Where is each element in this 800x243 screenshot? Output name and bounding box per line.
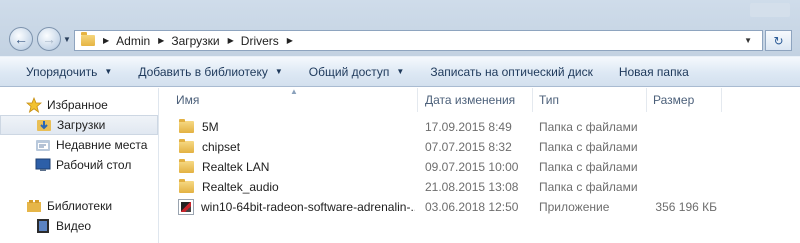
file-type: Папка с файлами: [539, 180, 638, 194]
nav-label: Библиотеки: [47, 199, 113, 213]
chevron-down-icon: ▼: [274, 67, 283, 76]
file-name: Realtek LAN: [202, 160, 270, 174]
new-folder-label: Новая папка: [618, 64, 689, 79]
file-name-cell: Realtek_audio: [179, 177, 414, 197]
nav-item-libraries[interactable]: Библиотеки: [0, 196, 158, 216]
file-date: 07.07.2015 8:32: [425, 140, 512, 154]
chevron-right-icon[interactable]: ▶: [158, 36, 164, 45]
file-name-cell: chipset: [179, 137, 414, 157]
file-row-chipset[interactable]: chipset 07.07.2015 8:32 Папка с файлами: [160, 137, 800, 157]
back-button[interactable]: ←: [9, 27, 33, 51]
share-label: Общий доступ: [308, 64, 390, 79]
column-divider[interactable]: [532, 88, 533, 112]
star-icon: [26, 97, 42, 113]
video-library-icon: [35, 218, 51, 234]
column-divider[interactable]: [721, 88, 722, 112]
application-icon: [178, 199, 194, 215]
downloads-folder-icon: [36, 117, 52, 133]
address-field[interactable]: ▶ Admin ▶ Загрузки ▶ Drivers ▶ ▼: [74, 30, 763, 51]
new-folder-button[interactable]: Новая папка: [606, 56, 702, 87]
chevron-down-icon: ▼: [396, 67, 405, 76]
nav-item-video[interactable]: Видео: [0, 216, 158, 236]
breadcrumb-downloads[interactable]: Загрузки: [171, 34, 219, 48]
column-divider[interactable]: [646, 88, 647, 112]
sort-ascending-icon: ▲: [290, 87, 298, 96]
chevron-down-icon[interactable]: ▼: [744, 36, 752, 45]
column-header-size[interactable]: Размер: [653, 88, 694, 112]
column-header-name[interactable]: Имя: [176, 88, 199, 112]
chevron-down-icon: ▼: [104, 67, 113, 76]
window-controls: [750, 3, 790, 17]
file-type: Приложение: [539, 200, 610, 214]
nav-label: Загрузки: [57, 118, 106, 132]
chevron-right-icon[interactable]: ▶: [287, 36, 293, 45]
arrow-left-icon: ←: [14, 31, 28, 47]
libraries-icon: [26, 198, 42, 214]
folder-icon: [179, 179, 194, 193]
breadcrumb-admin[interactable]: Admin: [116, 34, 150, 48]
column-divider[interactable]: [417, 88, 418, 112]
file-list: Имя ▲ Дата изменения Тип Размер 5M 17.09…: [160, 87, 800, 243]
file-size: 356 196 КБ: [655, 200, 717, 214]
nav-label: Избранное: [47, 98, 108, 112]
folder-icon: [179, 139, 194, 153]
recent-places-icon: [35, 137, 51, 153]
chevron-right-icon[interactable]: ▶: [228, 36, 234, 45]
share-button[interactable]: Общий доступ ▼: [296, 56, 418, 87]
chevron-right-icon[interactable]: ▶: [103, 36, 109, 45]
file-row-realtek-audio[interactable]: Realtek_audio 21.08.2015 13:08 Папка с ф…: [160, 177, 800, 197]
burn-button[interactable]: Записать на оптический диск: [417, 56, 606, 87]
column-header-date[interactable]: Дата изменения: [425, 88, 515, 112]
column-header-label: Размер: [653, 93, 695, 107]
file-name: chipset: [202, 140, 241, 154]
file-row-realtek-lan[interactable]: Realtek LAN 09.07.2015 10:00 Папка с фай…: [160, 157, 800, 177]
forward-button[interactable]: →: [37, 27, 61, 51]
file-type: Папка с файлами: [539, 140, 638, 154]
column-header-label: Дата изменения: [425, 93, 516, 107]
file-name: win10-64bit-radeon-software-adrenalin-..…: [201, 200, 415, 214]
file-row-radeon-installer[interactable]: win10-64bit-radeon-software-adrenalin-..…: [160, 197, 800, 217]
folder-icon: [179, 119, 194, 133]
file-name-cell: win10-64bit-radeon-software-adrenalin-..…: [178, 197, 415, 217]
file-row-5m[interactable]: 5M 17.09.2015 8:49 Папка с файлами: [160, 117, 800, 137]
nav-label: Видео: [56, 219, 92, 233]
nav-label: Недавние места: [56, 138, 148, 152]
navigation-pane: Избранное Загрузки Недавние места Рабочи…: [0, 88, 159, 243]
file-type: Папка с файлами: [539, 120, 638, 134]
file-name-cell: 5M: [179, 117, 414, 137]
file-date: 03.06.2018 12:50: [425, 200, 519, 214]
file-date: 17.09.2015 8:49: [425, 120, 512, 134]
add-to-library-label: Добавить в библиотеку: [138, 64, 268, 79]
address-bar-area: ← → ▼ ▶ Admin ▶ Загрузки ▶ Drivers ▶ ▼ ↻: [0, 0, 800, 56]
file-date: 21.08.2015 13:08: [425, 180, 519, 194]
file-date: 09.07.2015 10:00: [425, 160, 519, 174]
burn-label: Записать на оптический диск: [430, 64, 593, 79]
nav-item-desktop[interactable]: Рабочий стол: [0, 155, 158, 175]
add-to-library-button[interactable]: Добавить в библиотеку ▼: [125, 56, 295, 87]
command-bar: Упорядочить ▼ Добавить в библиотеку ▼ Об…: [0, 56, 800, 87]
file-name: 5M: [202, 120, 219, 134]
column-header-type[interactable]: Тип: [539, 88, 559, 112]
file-type: Папка с файлами: [539, 160, 638, 174]
nav-item-recent[interactable]: Недавние места: [0, 135, 158, 155]
folder-icon: [179, 159, 194, 173]
recent-pages-dropdown[interactable]: ▼: [63, 36, 72, 44]
nav-item-downloads[interactable]: Загрузки: [0, 115, 158, 135]
file-name-cell: Realtek LAN: [179, 157, 414, 177]
desktop-icon: [35, 157, 51, 173]
organize-button[interactable]: Упорядочить ▼: [0, 56, 125, 87]
column-header-label: Имя: [176, 93, 200, 107]
nav-label: Рабочий стол: [56, 158, 132, 172]
breadcrumb-drivers[interactable]: Drivers: [241, 34, 279, 48]
nav-item-favorites[interactable]: Избранное: [0, 95, 158, 115]
file-name: Realtek_audio: [202, 180, 279, 194]
refresh-button[interactable]: ↻: [765, 30, 792, 51]
arrow-right-icon: →: [42, 31, 56, 47]
organize-label: Упорядочить: [26, 64, 98, 79]
folder-icon: [81, 32, 95, 46]
refresh-icon: ↻: [773, 33, 784, 48]
column-header-label: Тип: [539, 93, 560, 107]
